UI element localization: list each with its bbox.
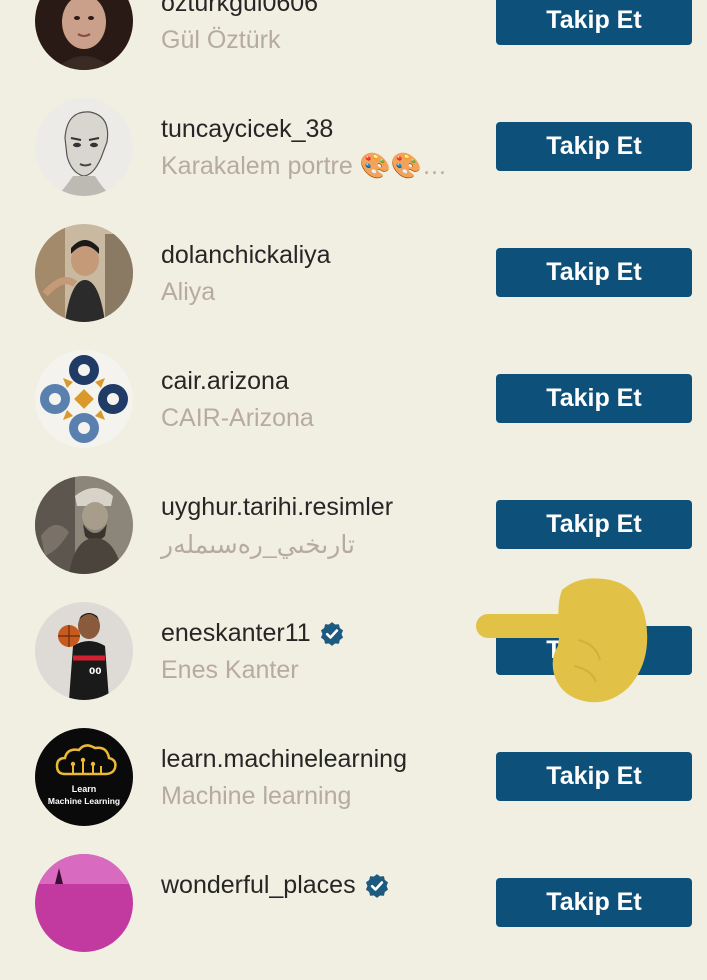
avatar[interactable] bbox=[35, 224, 133, 322]
full-name: تارىخىي_رەسىملەر bbox=[161, 531, 355, 559]
follow-button[interactable]: Takip Et bbox=[496, 248, 692, 297]
account-row[interactable]: ozturkgul0606 Gül Öztürk Takip Et bbox=[0, 0, 707, 98]
follow-button[interactable]: Takip Et bbox=[496, 374, 692, 423]
avatar[interactable]: 00 bbox=[35, 602, 133, 700]
follow-button[interactable]: Takip Et bbox=[496, 500, 692, 549]
avatar[interactable] bbox=[35, 854, 133, 952]
account-row[interactable]: dolanchickaliya Aliya Takip Et bbox=[0, 224, 707, 350]
follow-button[interactable]: Takip Et bbox=[496, 122, 692, 171]
suggested-accounts-list: ozturkgul0606 Gül Öztürk Takip Et tuncay… bbox=[0, 0, 707, 952]
full-name: Machine learning bbox=[161, 782, 352, 810]
account-row[interactable]: Learn Machine Learning learn.machinelear… bbox=[0, 728, 707, 854]
avatar[interactable] bbox=[35, 350, 133, 448]
username[interactable]: dolanchickaliya bbox=[161, 241, 331, 270]
username[interactable]: ozturkgul0606 bbox=[161, 0, 318, 18]
verified-badge-icon bbox=[365, 873, 388, 898]
username-text[interactable]: cair.arizona bbox=[161, 367, 289, 396]
username[interactable]: learn.machinelearning bbox=[161, 745, 407, 774]
username[interactable]: uyghur.tarihi.resimler bbox=[161, 493, 393, 522]
username-text[interactable]: learn.machinelearning bbox=[161, 745, 407, 774]
username-text[interactable]: wonderful_places bbox=[161, 871, 356, 900]
avatar[interactable]: Learn Machine Learning bbox=[35, 728, 133, 826]
pointing-hand-icon bbox=[476, 578, 648, 703]
avatar-text-learn: Learn bbox=[72, 784, 97, 794]
full-name: Aliya bbox=[161, 278, 216, 306]
full-name: CAIR-Arizona bbox=[161, 404, 314, 432]
account-row[interactable]: tuncaycicek_38 Karakalem portre 🎨🎨… Taki… bbox=[0, 98, 707, 224]
account-row[interactable]: wonderful_places Takip Et bbox=[0, 854, 707, 980]
full-name: Gül Öztürk bbox=[161, 26, 281, 54]
full-name: Karakalem portre 🎨🎨… bbox=[161, 152, 447, 180]
username-text[interactable]: ozturkgul0606 bbox=[161, 0, 318, 18]
username-text[interactable]: tuncaycicek_38 bbox=[161, 115, 333, 144]
username-text[interactable]: dolanchickaliya bbox=[161, 241, 331, 270]
account-row[interactable]: cair.arizona CAIR-Arizona Takip Et bbox=[0, 350, 707, 476]
svg-text:00: 00 bbox=[89, 667, 102, 677]
username[interactable]: cair.arizona bbox=[161, 367, 289, 396]
follow-button[interactable]: Takip Et bbox=[496, 0, 692, 45]
full-name: Enes Kanter bbox=[161, 656, 299, 684]
verified-badge-icon bbox=[320, 621, 343, 646]
avatar-text-machine-learning: Machine Learning bbox=[48, 796, 120, 806]
username-text[interactable]: uyghur.tarihi.resimler bbox=[161, 493, 393, 522]
username[interactable]: eneskanter11 bbox=[161, 619, 345, 648]
follow-button[interactable]: Takip Et bbox=[496, 878, 692, 927]
avatar[interactable] bbox=[35, 98, 133, 196]
follow-button[interactable]: Takip Et bbox=[496, 752, 692, 801]
avatar[interactable] bbox=[35, 0, 133, 70]
username[interactable]: wonderful_places bbox=[161, 871, 390, 900]
username-text[interactable]: eneskanter11 bbox=[161, 619, 311, 648]
avatar[interactable] bbox=[35, 476, 133, 574]
username[interactable]: tuncaycicek_38 bbox=[161, 115, 333, 144]
